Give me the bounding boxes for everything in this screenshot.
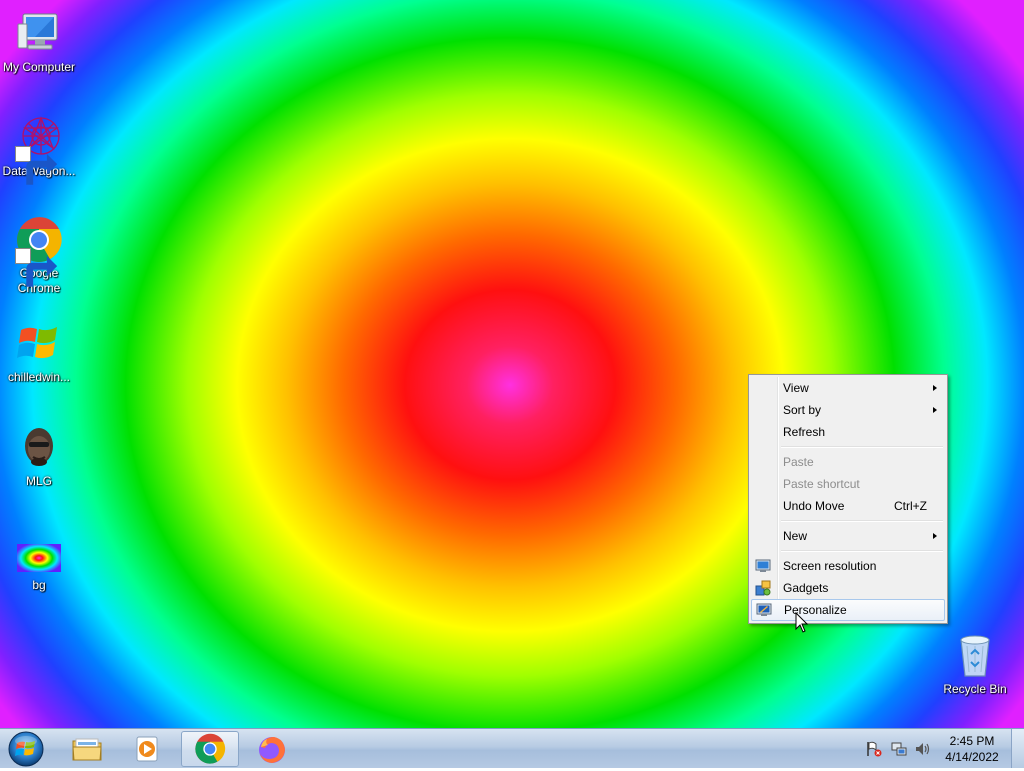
recycle-bin-icon xyxy=(951,632,999,680)
desktop-icon-my-computer[interactable]: My Computer xyxy=(1,10,77,75)
start-button[interactable] xyxy=(4,730,48,768)
desktop-icon-label: chilledwin... xyxy=(7,370,71,384)
desktop-icon-chilledwin[interactable]: chilledwin... xyxy=(1,320,77,385)
menu-item-new[interactable]: New xyxy=(751,525,945,547)
desktop-icon-label: bg xyxy=(32,578,46,592)
gadgets-icon xyxy=(755,580,771,596)
taskbar: 2:45 PM 4/14/2022 xyxy=(0,728,1024,768)
desktop-context-menu[interactable]: View Sort by Refresh Paste Paste shortcu… xyxy=(748,374,948,624)
action-center-flag-icon[interactable] xyxy=(866,741,882,757)
taskbar-chrome-button[interactable] xyxy=(181,731,239,767)
menu-item-label: Refresh xyxy=(783,425,826,439)
submenu-arrow-icon xyxy=(933,533,937,539)
chrome-icon xyxy=(15,216,63,287)
menu-item-label: Paste shortcut xyxy=(783,477,860,491)
menu-item-refresh[interactable]: Refresh xyxy=(751,421,945,443)
desktop[interactable]: My Computer DataWagon... Google Chrome c… xyxy=(0,0,1024,728)
mouse-cursor-icon xyxy=(795,612,809,633)
submenu-arrow-icon xyxy=(933,385,937,391)
menu-item-label: Personalize xyxy=(784,603,847,617)
taskbar-explorer-button[interactable] xyxy=(58,731,116,767)
bg-image-icon xyxy=(15,528,63,576)
chrome-icon xyxy=(195,733,226,764)
taskbar-firefox-button[interactable] xyxy=(243,731,301,767)
datawagon-icon xyxy=(15,114,63,185)
desktop-icon-label: Recycle Bin xyxy=(943,682,1007,696)
menu-item-paste: Paste xyxy=(751,451,945,473)
windows-start-orb-icon xyxy=(8,731,44,767)
menu-item-label: Screen resolution xyxy=(783,559,877,573)
submenu-arrow-icon xyxy=(933,407,937,413)
shortcut-arrow-icon xyxy=(15,248,58,287)
menu-item-gadgets[interactable]: Gadgets xyxy=(751,577,945,599)
desktop-icon-label: My Computer xyxy=(2,60,76,74)
desktop-icon-mlg[interactable]: MLG xyxy=(1,424,77,489)
menu-item-shortcut: Ctrl+Z xyxy=(894,499,927,513)
volume-icon[interactable] xyxy=(914,741,930,757)
menu-item-screen-resolution[interactable]: Screen resolution xyxy=(751,555,945,577)
menu-item-label: Sort by xyxy=(783,403,822,417)
clock-date: 4/14/2022 xyxy=(945,750,999,764)
menu-separator xyxy=(781,446,943,448)
media-player-icon xyxy=(136,736,158,762)
personalize-icon xyxy=(756,603,772,616)
screen-resolution-icon xyxy=(755,559,771,572)
menu-item-view[interactable]: View xyxy=(751,377,945,399)
shortcut-arrow-icon xyxy=(15,146,58,185)
desktop-icon-bg[interactable]: bg xyxy=(1,528,77,593)
menu-item-label: Undo Move xyxy=(783,499,845,513)
desktop-icon-recycle-bin[interactable]: Recycle Bin xyxy=(937,632,1013,697)
menu-item-label: Gadgets xyxy=(783,581,829,595)
computer-icon xyxy=(15,10,63,58)
firefox-icon xyxy=(259,737,285,763)
folder-icon xyxy=(72,738,102,761)
desktop-icon-datawagon[interactable]: DataWagon... xyxy=(1,114,77,185)
menu-item-label: New xyxy=(783,529,808,543)
desktop-icon-label: MLG xyxy=(25,474,52,488)
menu-item-label: Paste xyxy=(783,455,814,469)
menu-item-sort-by[interactable]: Sort by xyxy=(751,399,945,421)
clock-time: 2:45 PM xyxy=(949,734,995,748)
menu-item-undo-move[interactable]: Undo Move Ctrl+Z xyxy=(751,495,945,517)
menu-separator xyxy=(781,520,943,522)
show-desktop-button[interactable] xyxy=(1011,729,1024,768)
network-icon[interactable] xyxy=(891,741,907,757)
windows-logo-icon xyxy=(15,320,63,368)
menu-separator xyxy=(781,550,943,552)
menu-item-label: View xyxy=(783,381,809,395)
menu-item-paste-shortcut: Paste shortcut xyxy=(751,473,945,495)
desktop-icon-google-chrome[interactable]: Google Chrome xyxy=(1,216,77,296)
taskbar-media-player-button[interactable] xyxy=(118,731,176,767)
taskbar-clock[interactable]: 2:45 PM 4/14/2022 xyxy=(930,733,1014,765)
menu-item-personalize[interactable]: Personalize xyxy=(751,599,945,621)
mlg-face-icon xyxy=(15,424,63,472)
